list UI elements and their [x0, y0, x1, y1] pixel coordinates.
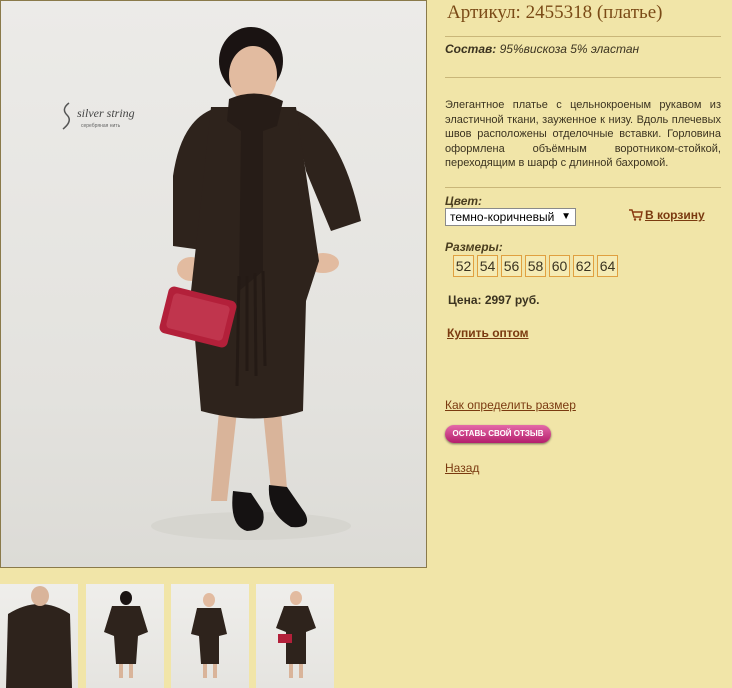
model-illustration: [151, 27, 361, 540]
color-label: Цвет:: [445, 194, 483, 208]
product-description: Элегантное платье с цельнокроеным рукаво…: [445, 99, 721, 169]
composition-value: 95%вискоза 5% эластан: [499, 42, 640, 56]
size-option[interactable]: 54: [477, 255, 498, 277]
chevron-down-icon: ▼: [561, 211, 571, 222]
thumbnail-4[interactable]: [256, 584, 334, 688]
back-link[interactable]: Назад: [445, 461, 479, 475]
add-to-cart-label: В корзину: [645, 208, 705, 222]
thumbnail-1[interactable]: [0, 584, 78, 688]
size-option[interactable]: 60: [549, 255, 570, 277]
main-product-photo[interactable]: silver string серебряная нить: [0, 0, 427, 568]
color-select[interactable]: темно-коричневый ▼: [445, 208, 576, 226]
cart-icon: [629, 209, 643, 221]
divider: [445, 187, 721, 188]
thumbnail-3[interactable]: [171, 584, 249, 688]
brand-logo: silver string серебряная нить: [62, 102, 135, 130]
divider: [445, 36, 721, 37]
svg-text:silver string: silver string: [77, 106, 135, 120]
buy-wholesale-link[interactable]: Купить оптом: [447, 326, 529, 340]
size-option[interactable]: 64: [597, 255, 618, 277]
size-option[interactable]: 52: [453, 255, 474, 277]
divider: [445, 77, 721, 78]
svg-text:серебряная нить: серебряная нить: [81, 123, 121, 129]
sizes-label: Размеры:: [445, 240, 503, 254]
size-guide-link[interactable]: Как определить размер: [445, 398, 576, 412]
size-option[interactable]: 62: [573, 255, 594, 277]
size-list: 52 54 56 58 60 62 64: [453, 255, 618, 277]
color-select-value: темно-коричневый: [450, 210, 555, 224]
size-option[interactable]: 58: [525, 255, 546, 277]
product-title: Артикул: 2455318 (платье): [447, 2, 663, 23]
thumbnail-2[interactable]: [86, 584, 164, 688]
price: Цена: 2997 руб.: [448, 293, 540, 307]
size-option[interactable]: 56: [501, 255, 522, 277]
composition-label: Состав:: [445, 42, 497, 56]
composition: Состав: 95%вискоза 5% эластан: [445, 42, 639, 56]
add-to-cart-link[interactable]: В корзину: [629, 208, 705, 222]
leave-review-button[interactable]: ОСТАВЬ СВОЙ ОТЗЫВ: [445, 425, 551, 443]
